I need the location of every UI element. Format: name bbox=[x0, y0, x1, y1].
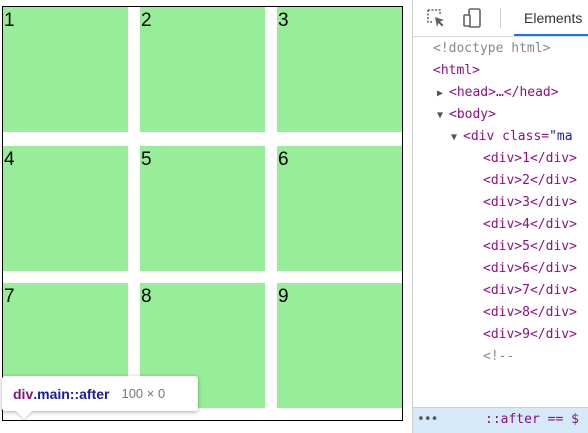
dom-tree: <!doctype html> <html> ▶ <head>…</head> ▼… bbox=[413, 36, 588, 406]
tooltip-selector: .main::after bbox=[33, 385, 110, 402]
grid-cell-1: 1 bbox=[3, 7, 128, 132]
toolbar-separator bbox=[500, 8, 501, 28]
grid-cell-3: 3 bbox=[277, 7, 402, 132]
tree-child-div[interactable]: <div>2</div> bbox=[483, 170, 577, 192]
selected-pseudo-element[interactable]: ::after == $ bbox=[485, 408, 579, 432]
tree-child-div[interactable]: <div>9</div> bbox=[483, 324, 577, 346]
tree-child-div[interactable]: <div>3</div> bbox=[483, 192, 577, 214]
tree-head[interactable]: ▶ <head>…</head> bbox=[437, 82, 559, 104]
inspect-tooltip: div .main::after 100 × 0 bbox=[2, 376, 198, 411]
devtools-panel: Elements <!doctype html> <html> ▶ <head>…… bbox=[412, 0, 588, 433]
more-options-icon[interactable]: ••• bbox=[417, 408, 439, 432]
tooltip-size: 100 × 0 bbox=[121, 386, 166, 401]
grid-cell-9: 9 bbox=[277, 283, 402, 408]
tree-child-div[interactable]: <div>4</div> bbox=[483, 214, 577, 236]
collapse-triangle-icon[interactable]: ▼ bbox=[451, 127, 463, 149]
inspect-element-icon[interactable] bbox=[425, 7, 447, 29]
collapse-triangle-icon[interactable]: ▼ bbox=[437, 105, 449, 127]
tree-child-div[interactable]: <div>7</div> bbox=[483, 280, 577, 302]
tree-child-div[interactable]: <div>6</div> bbox=[483, 258, 577, 280]
tree-child-div[interactable]: <div>1</div> bbox=[483, 148, 577, 170]
tooltip-tag: div bbox=[13, 385, 34, 402]
grid-cell-2: 2 bbox=[140, 7, 265, 132]
devtools-toolbar: Elements bbox=[413, 0, 588, 37]
tab-elements[interactable]: Elements bbox=[514, 0, 588, 36]
page-viewport: 1 2 3 4 5 6 7 8 9 div .main::after 100 × … bbox=[0, 0, 412, 433]
grid-cell-6: 6 bbox=[277, 146, 402, 271]
tree-child-div[interactable]: <div>8</div> bbox=[483, 302, 577, 324]
main-grid: 1 2 3 4 5 6 7 8 9 bbox=[2, 6, 403, 421]
expand-triangle-icon[interactable]: ▶ bbox=[437, 83, 449, 105]
selected-node-row[interactable]: ••• ::after == $ bbox=[413, 407, 588, 433]
grid-cell-4: 4 bbox=[3, 146, 128, 271]
tree-html[interactable]: <html> bbox=[433, 60, 480, 82]
tree-comment[interactable]: <!-- bbox=[483, 346, 514, 368]
device-toolbar-icon[interactable] bbox=[462, 7, 484, 29]
tree-child-div[interactable]: <div>5</div> bbox=[483, 236, 577, 258]
tree-doctype[interactable]: <!doctype html> bbox=[433, 38, 550, 60]
tree-body[interactable]: ▼ <body> bbox=[437, 104, 496, 126]
grid-cell-5: 5 bbox=[140, 146, 265, 271]
tree-div-main[interactable]: ▼ <div class="ma bbox=[451, 126, 573, 148]
